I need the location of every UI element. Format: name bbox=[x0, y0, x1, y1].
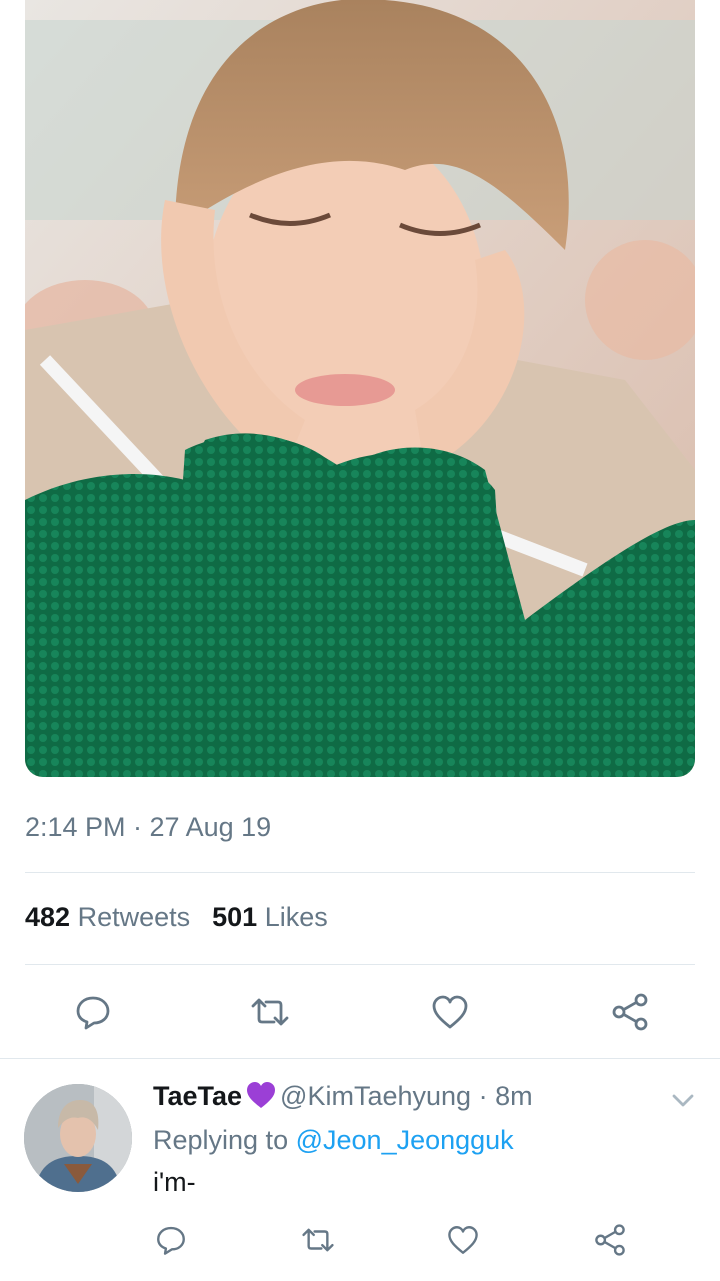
avatar[interactable] bbox=[24, 1084, 132, 1192]
likes-stat[interactable]: 501 Likes bbox=[212, 902, 328, 932]
tweet-photo[interactable] bbox=[25, 0, 695, 777]
purple-heart-icon bbox=[247, 1082, 276, 1108]
replying-mention[interactable]: @Jeon_Jeongguk bbox=[296, 1125, 514, 1155]
reply-time: 8m bbox=[495, 1081, 533, 1111]
share-icon bbox=[595, 1224, 625, 1256]
photo-illustration bbox=[25, 0, 695, 777]
reply-share-button[interactable] bbox=[588, 1218, 632, 1262]
reply-icon bbox=[157, 1226, 185, 1255]
reply-body: i'm- bbox=[153, 1167, 196, 1197]
divider bbox=[0, 1058, 720, 1059]
replying-to: Replying to @Jeon_Jeongguk bbox=[153, 1125, 514, 1156]
retweets-label: Retweets bbox=[77, 902, 191, 932]
retweets-count: 482 bbox=[25, 902, 71, 932]
tweet-timestamp: 2:14 PM · 27 Aug 19 bbox=[25, 812, 272, 842]
retweets-stat[interactable]: 482 Retweets bbox=[25, 902, 190, 932]
reply-reply-button[interactable] bbox=[149, 1218, 193, 1262]
divider bbox=[25, 964, 695, 965]
share-button[interactable] bbox=[608, 990, 652, 1034]
like-icon bbox=[448, 1226, 478, 1254]
share-icon bbox=[612, 993, 648, 1031]
likes-label: Likes bbox=[264, 902, 328, 932]
reply-like-button[interactable] bbox=[441, 1218, 485, 1262]
retweet-icon bbox=[302, 1228, 334, 1252]
reply-button[interactable] bbox=[71, 990, 115, 1034]
avatar-photo bbox=[24, 1084, 132, 1192]
like-button[interactable] bbox=[428, 990, 472, 1034]
tweet-stats: 482 Retweets 501 Likes bbox=[25, 902, 328, 933]
reply-icon bbox=[76, 996, 110, 1030]
reply-separator: · bbox=[478, 1081, 488, 1111]
retweet-button[interactable] bbox=[248, 990, 292, 1034]
reply-handle[interactable]: @KimTaehyung bbox=[280, 1081, 471, 1111]
reply-display-name[interactable]: TaeTae bbox=[153, 1081, 242, 1111]
retweet-icon bbox=[251, 998, 289, 1026]
reply-retweet-button[interactable] bbox=[296, 1218, 340, 1262]
reply-header: TaeTae @KimTaehyung · 8m bbox=[153, 1081, 533, 1112]
divider bbox=[25, 872, 695, 873]
chevron-down-icon[interactable] bbox=[668, 1088, 698, 1112]
replying-prefix: Replying to bbox=[153, 1125, 289, 1155]
like-icon bbox=[432, 995, 468, 1029]
likes-count: 501 bbox=[212, 902, 258, 932]
